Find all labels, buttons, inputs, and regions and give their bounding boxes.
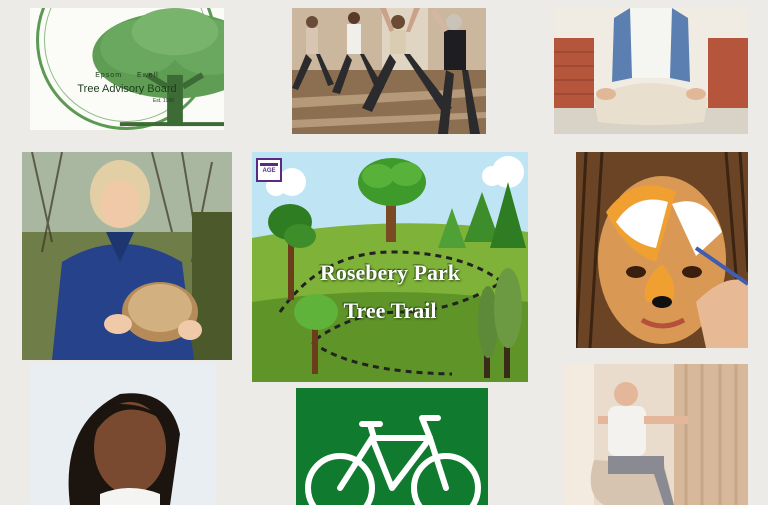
meditation-photo	[554, 8, 748, 134]
face-painting-photo	[576, 152, 748, 348]
logo-established: Est. 1996	[152, 98, 174, 104]
logo-name: Tree Advisory Board	[77, 83, 177, 95]
chair-exercise-photo	[564, 364, 748, 505]
tree-advisory-board-logo: Epsom Ewell Tree Advisory Board Est. 199…	[30, 8, 224, 130]
woman-portrait-photo	[30, 364, 216, 505]
age-badge-text: AGE	[262, 168, 276, 174]
yoga-class-photo	[292, 8, 486, 134]
baker-with-bread-photo	[22, 152, 232, 360]
tree-icon	[92, 8, 224, 127]
bicycle-route-sign	[296, 388, 488, 505]
bicycle-icon	[296, 388, 488, 505]
age-concern-badge: AGE	[256, 158, 282, 182]
logo-place-right: Ewell	[137, 72, 159, 79]
poster-title-line1: Rosebery Park	[320, 260, 460, 285]
logo-places: Epsom Ewell	[30, 72, 224, 79]
logo-place-left: Epsom	[95, 72, 123, 79]
poster-title-line2: Tree Trail	[343, 298, 437, 323]
tree-trail-poster: AGE Rosebery Park Tree Trail	[252, 152, 528, 382]
